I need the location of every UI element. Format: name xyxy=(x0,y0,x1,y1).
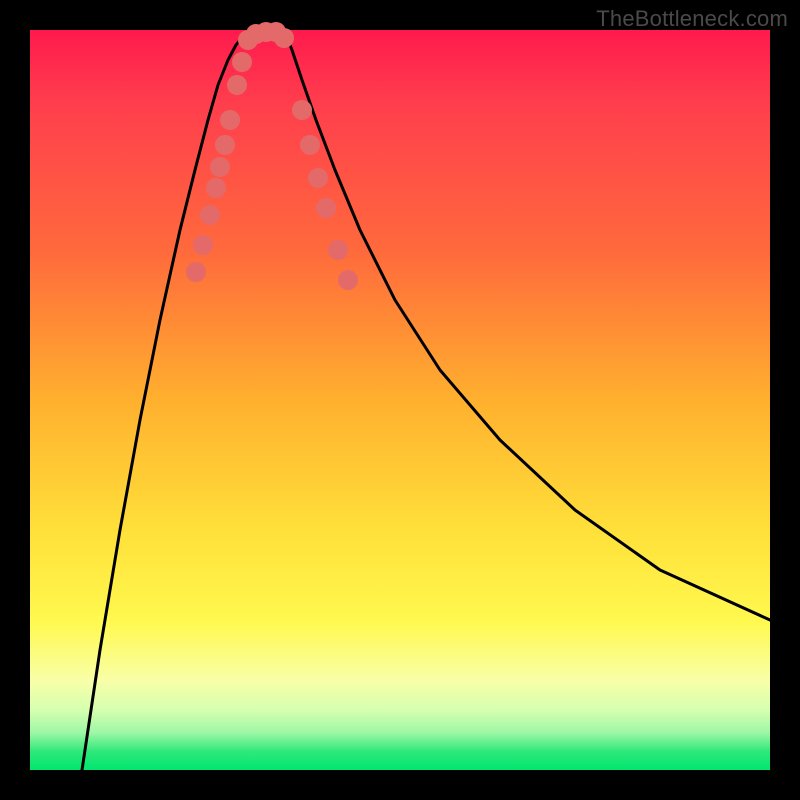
dot xyxy=(328,240,348,260)
chart-svg xyxy=(30,30,770,770)
dot xyxy=(206,178,226,198)
dot xyxy=(292,100,312,120)
dot xyxy=(220,110,240,130)
dot xyxy=(308,168,328,188)
dot xyxy=(186,262,206,282)
scatter-dots xyxy=(186,22,358,290)
dot xyxy=(274,28,294,48)
curve-right-curve xyxy=(284,30,770,620)
dot xyxy=(210,157,230,177)
dot xyxy=(200,205,220,225)
chart-frame: TheBottleneck.com xyxy=(0,0,800,800)
plot-area xyxy=(30,30,770,770)
dot xyxy=(316,198,336,218)
dot xyxy=(227,75,247,95)
watermark-text: TheBottleneck.com xyxy=(596,6,788,32)
curve-lines xyxy=(82,30,770,770)
dot xyxy=(193,235,213,255)
dot xyxy=(338,270,358,290)
dot xyxy=(232,52,252,72)
dot xyxy=(215,135,235,155)
dot xyxy=(300,135,320,155)
